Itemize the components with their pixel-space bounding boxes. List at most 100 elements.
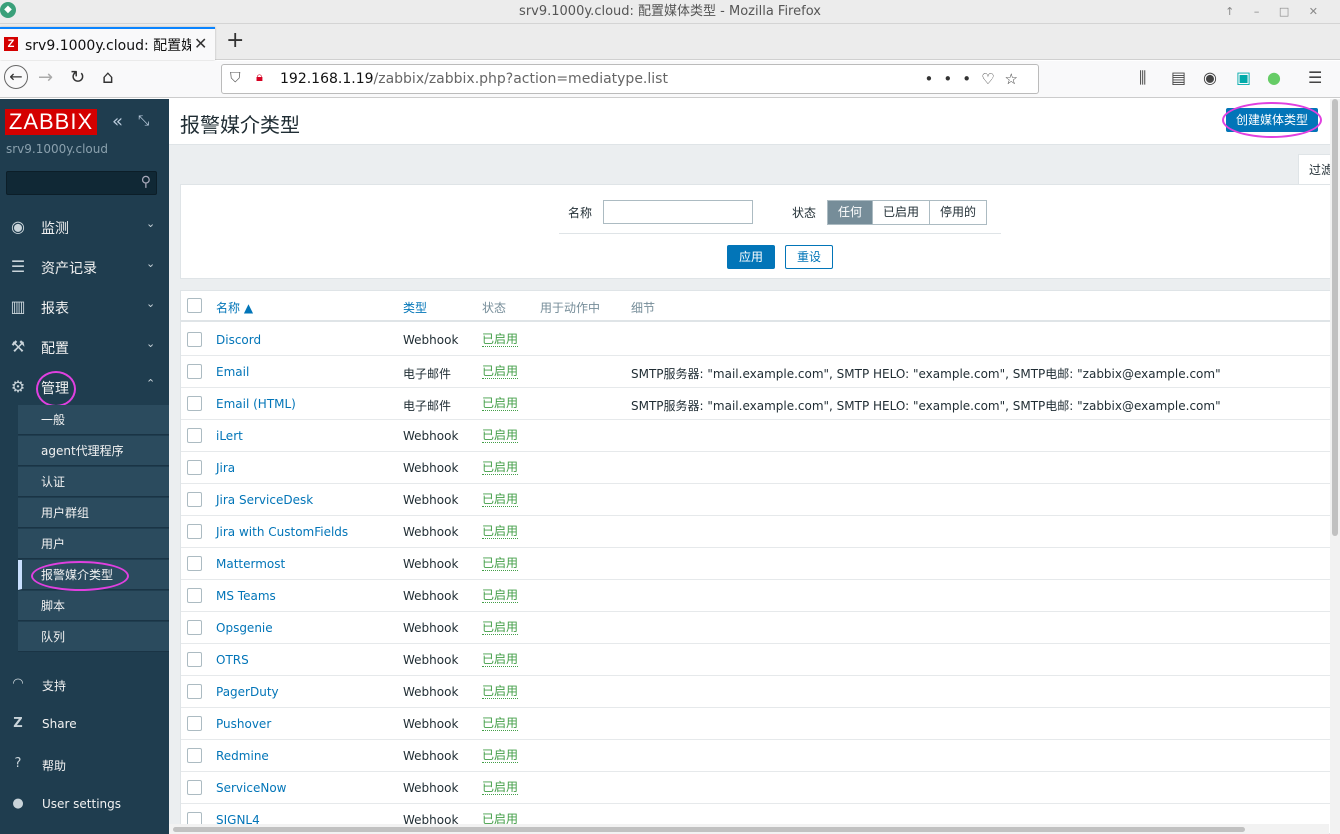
zabbix-logo[interactable]: ZABBIX	[5, 109, 97, 135]
forward-icon[interactable]: →	[38, 67, 53, 89]
close-tab-icon[interactable]: ✕	[194, 34, 207, 53]
status-badge[interactable]: 已启用	[482, 397, 519, 411]
header-name[interactable]: 名称 ▲	[216, 299, 253, 316]
scrollbar-thumb[interactable]	[1332, 99, 1338, 536]
row-checkbox[interactable]	[187, 460, 202, 475]
media-type-name-link[interactable]: Discord	[216, 333, 261, 347]
row-checkbox[interactable]	[187, 684, 202, 699]
row-checkbox[interactable]	[187, 492, 202, 507]
status-badge[interactable]: 已启用	[482, 429, 519, 443]
back-icon[interactable]: ←	[4, 65, 28, 89]
submenu-scripts[interactable]: 脚本	[18, 591, 169, 621]
page-actions[interactable]: •••♡☆	[925, 70, 1028, 88]
row-checkbox[interactable]	[187, 652, 202, 667]
tracking-shield-icon[interactable]: ⛉	[230, 70, 241, 86]
filter-name-input[interactable]	[603, 200, 753, 224]
status-option-enabled[interactable]: 已启用	[873, 201, 931, 224]
submenu-proxies[interactable]: agent代理程序	[18, 436, 169, 466]
sidebar-toggle-icon[interactable]: ▤	[1171, 68, 1186, 87]
search-icon[interactable]: ⚲	[141, 174, 151, 190]
menu-configuration[interactable]: ⚒ 配置 ⌄	[0, 327, 169, 367]
media-type-name-link[interactable]: Email (HTML)	[216, 397, 296, 411]
media-type-name-link[interactable]: OTRS	[216, 653, 249, 667]
row-checkbox[interactable]	[187, 524, 202, 539]
vertical-scrollbar[interactable]	[1330, 99, 1340, 834]
media-type-name-link[interactable]: Opsgenie	[216, 621, 273, 635]
media-type-name-link[interactable]: iLert	[216, 429, 243, 443]
url-bar[interactable]: ⛉ 🔒︎ 192.168.1.19/zabbix/zabbix.php?acti…	[221, 64, 1039, 94]
reset-button[interactable]: 重设	[785, 245, 833, 269]
submenu-queue[interactable]: 队列	[18, 622, 169, 652]
row-checkbox[interactable]	[187, 780, 202, 795]
submenu-authentication[interactable]: 认证	[18, 467, 169, 497]
submenu-users[interactable]: 用户	[18, 529, 169, 559]
menu-icon[interactable]: ☰	[1308, 68, 1322, 87]
media-type-name-link[interactable]: PagerDuty	[216, 685, 279, 699]
row-checkbox[interactable]	[187, 748, 202, 763]
media-type-name-link[interactable]: Pushover	[216, 717, 271, 731]
status-badge[interactable]: 已启用	[482, 525, 519, 539]
horizontal-scrollbar[interactable]	[169, 824, 1329, 834]
row-checkbox[interactable]	[187, 556, 202, 571]
status-badge[interactable]: 已启用	[482, 749, 519, 763]
window-controls[interactable]: ↑ – □ ✕	[1225, 0, 1326, 23]
status-option-disabled[interactable]: 停用的	[930, 201, 986, 224]
sidebar-search-input[interactable]: ⚲	[6, 171, 157, 195]
menu-administration[interactable]: ⚙ 管理 ⌃	[0, 367, 169, 407]
status-badge[interactable]: 已启用	[482, 717, 519, 731]
media-type-name-link[interactable]: Mattermost	[216, 557, 285, 571]
apply-button[interactable]: 应用	[727, 245, 775, 269]
menu-help[interactable]: ? 帮助	[0, 746, 169, 784]
collapse-sidebar-icon[interactable]: «	[112, 111, 123, 132]
status-badge[interactable]: 已启用	[482, 781, 519, 795]
create-media-type-button[interactable]: 创建媒体类型	[1226, 108, 1318, 132]
menu-reports[interactable]: ▥ 报表 ⌄	[0, 287, 169, 327]
row-checkbox[interactable]	[187, 716, 202, 731]
menu-user-settings[interactable]: ● User settings	[0, 786, 169, 824]
status-badge[interactable]: 已启用	[482, 333, 519, 347]
submenu-media-types[interactable]: 报警媒介类型	[18, 560, 169, 590]
row-checkbox[interactable]	[187, 364, 202, 379]
menu-inventory[interactable]: ☰ 资产记录 ⌄	[0, 247, 169, 287]
menu-support[interactable]: ◠ 支持	[0, 666, 169, 704]
status-badge[interactable]: 已启用	[482, 653, 519, 667]
status-badge[interactable]: 已启用	[482, 589, 519, 603]
submenu-general[interactable]: 一般	[18, 405, 169, 435]
row-checkbox[interactable]	[187, 588, 202, 603]
media-type-name-link[interactable]: MS Teams	[216, 589, 276, 603]
status-option-any[interactable]: 任何	[828, 201, 874, 224]
row-checkbox[interactable]	[187, 396, 202, 411]
status-badge[interactable]: 已启用	[482, 621, 519, 635]
status-badge[interactable]: 已启用	[482, 685, 519, 699]
media-type-name-link[interactable]: ServiceNow	[216, 781, 286, 795]
insecure-lock-icon[interactable]: 🔒︎	[256, 70, 263, 85]
media-type-name-link[interactable]: Jira	[216, 461, 235, 475]
select-all-checkbox[interactable]	[187, 298, 202, 313]
status-badge[interactable]: 已启用	[482, 461, 519, 475]
extension-icon[interactable]: ▣	[1236, 68, 1251, 87]
media-type-name-link[interactable]: Redmine	[216, 749, 269, 763]
media-type-name-link[interactable]: Jira with CustomFields	[216, 525, 348, 539]
account-icon[interactable]: ◉	[1203, 68, 1217, 87]
menu-monitoring[interactable]: ◉ 监测 ⌄	[0, 207, 169, 247]
status-badge[interactable]: 已启用	[482, 557, 519, 571]
library-icon[interactable]: ⫼	[1139, 68, 1146, 88]
submenu-user-groups[interactable]: 用户群组	[18, 498, 169, 528]
home-icon[interactable]: ⌂	[102, 67, 113, 89]
extension-status-icon[interactable]: ●	[1267, 68, 1281, 87]
row-checkbox[interactable]	[187, 620, 202, 635]
header-type[interactable]: 类型	[403, 299, 427, 316]
reload-icon[interactable]: ↻	[70, 67, 85, 89]
row-checkbox[interactable]	[187, 428, 202, 443]
kiosk-mode-icon[interactable]: ⤡	[138, 113, 149, 129]
menu-share[interactable]: Z Share	[0, 706, 169, 744]
url-text[interactable]: 192.168.1.19/zabbix/zabbix.php?action=me…	[280, 71, 668, 87]
new-tab-icon[interactable]: +	[226, 29, 244, 53]
browser-tab[interactable]: Z srv9.1000y.cloud: 配置媒体类型 ✕	[0, 27, 215, 60]
scrollbar-thumb[interactable]	[173, 827, 1245, 832]
status-badge[interactable]: 已启用	[482, 365, 519, 379]
status-badge[interactable]: 已启用	[482, 493, 519, 507]
media-type-name-link[interactable]: Jira ServiceDesk	[216, 493, 313, 507]
media-type-name-link[interactable]: Email	[216, 365, 249, 379]
row-checkbox[interactable]	[187, 332, 202, 347]
